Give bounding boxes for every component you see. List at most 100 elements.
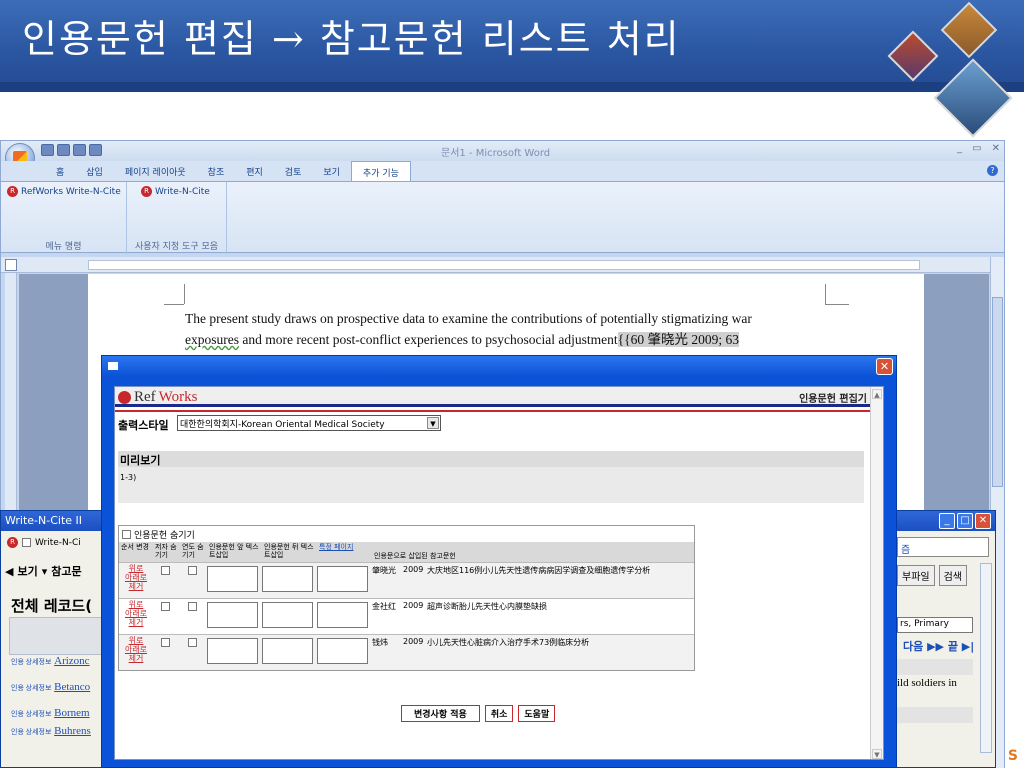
tab-references[interactable]: 참조 — [197, 161, 236, 181]
wnc-title: Write-N-Cite II — [5, 514, 83, 527]
list-item[interactable]: 인용 상세정보 Bornem — [11, 707, 90, 719]
remove-link[interactable]: 제거 — [119, 654, 153, 663]
hide-year-checkbox[interactable] — [188, 602, 197, 611]
maximize-icon[interactable]: □ — [957, 513, 973, 529]
slide-header: 인용문헌 편집 → 참고문헌 리스트 처리 — [0, 0, 1024, 138]
hide-year-checkbox[interactable] — [188, 566, 197, 575]
tab-insert[interactable]: 삽입 — [75, 161, 114, 181]
ref-title-link[interactable]: Buhrens — [54, 725, 91, 737]
cite-link[interactable]: 인용 상세정보 — [11, 728, 51, 736]
close-icon[interactable]: ✕ — [876, 358, 893, 375]
scroll-up-icon[interactable]: ▲ — [872, 389, 882, 399]
col-hide-author: 저자 숨기기 — [155, 543, 177, 559]
tab-selector[interactable] — [5, 259, 17, 271]
scroll-down-icon[interactable]: ▼ — [872, 749, 882, 759]
refworks-logo: Ref Works — [118, 389, 197, 406]
suffix-input[interactable] — [262, 566, 313, 592]
ribbon: R RefWorks Write-N-Cite 메뉴 명령 R Write-N-Ci… — [1, 181, 1004, 254]
ref-title-link[interactable]: Arizonc — [54, 655, 89, 667]
move-down-link[interactable]: 아래로 — [119, 609, 153, 618]
list-stripe — [897, 659, 973, 675]
move-up-link[interactable]: 위로 — [119, 564, 153, 573]
close-icon[interactable]: ✕ — [975, 513, 991, 529]
list-item[interactable]: 인용 상세정보 Buhrens — [11, 725, 91, 737]
minimize-icon[interactable]: _ — [939, 513, 955, 529]
preview-icon[interactable] — [89, 144, 102, 156]
remove-link[interactable]: 제거 — [119, 582, 153, 591]
cite-link[interactable]: 인용 상세정보 — [11, 684, 51, 692]
document-text[interactable]: The present study draws on prospective d… — [185, 308, 835, 350]
write-n-cite-button[interactable]: R Write-N-Cite — [141, 186, 210, 197]
attachment-button[interactable]: 부파일 — [897, 565, 935, 586]
tab-view[interactable]: 보기 — [312, 161, 351, 181]
restore-icon[interactable]: ▭ — [972, 143, 981, 154]
wnc-checkbox[interactable] — [22, 538, 31, 547]
ref-author: 金社红 — [372, 602, 396, 611]
pages-input[interactable] — [317, 566, 368, 592]
minimize-icon[interactable]: _ — [957, 143, 962, 154]
col-pages[interactable]: 특정 페이지 — [317, 542, 372, 562]
search-button[interactable]: 검색 — [938, 565, 968, 586]
print-icon[interactable] — [73, 144, 86, 156]
ref-title-link[interactable]: Bornem — [54, 707, 89, 719]
hide-citation-row[interactable]: 인용문헌 숨기기 — [119, 526, 694, 542]
pagination-nav[interactable]: 다음 ▶▶ 끝 ▶| — [903, 638, 974, 654]
output-style-select[interactable]: 대한한의학회지-Korean Oriental Medical Society … — [177, 415, 441, 431]
references-menu[interactable]: 참고문 — [51, 563, 81, 579]
chevron-down-icon[interactable]: ▼ — [427, 417, 439, 429]
chevron-down-icon[interactable]: ▾ — [42, 565, 48, 578]
prefix-input[interactable] — [207, 638, 258, 664]
refworks-wnc-button[interactable]: R RefWorks Write-N-Cite — [7, 186, 121, 197]
remove-link[interactable]: 제거 — [119, 618, 153, 627]
dialog-actions: 변경사항 적용 취소 도움말 — [401, 705, 556, 722]
hide-year-checkbox[interactable] — [188, 638, 197, 647]
dialog-scrollbar[interactable]: ▲ ▼ — [870, 387, 883, 759]
tab-home[interactable]: 홈 — [45, 161, 75, 181]
ref-author: 钱炜 — [372, 638, 388, 647]
cancel-button[interactable]: 취소 — [484, 705, 514, 722]
tab-review[interactable]: 검토 — [274, 161, 313, 181]
help-icon[interactable]: ? — [987, 165, 998, 176]
back-icon[interactable]: ◀ — [5, 565, 13, 578]
cite-link[interactable]: 인용 상세정보 — [11, 658, 51, 666]
wnc-scrollbar[interactable] — [980, 563, 992, 753]
scroll-thumb[interactable] — [992, 297, 1003, 487]
move-up-link[interactable]: 위로 — [119, 636, 153, 645]
ref-title-link[interactable]: Betanco — [54, 681, 90, 693]
apply-changes-button[interactable]: 변경사항 적용 — [401, 705, 480, 722]
records-heading: 전체 레코드( — [11, 597, 93, 615]
close-icon[interactable]: ✕ — [992, 143, 1000, 154]
tab-add-ins[interactable]: 추가 기능 — [350, 161, 411, 181]
save-icon[interactable] — [41, 144, 54, 156]
list-item[interactable]: 인용 상세정보 Betanco — [11, 681, 90, 693]
search-input[interactable]: 즘 — [897, 537, 989, 557]
sort-select[interactable]: rs, Primary — [897, 617, 973, 633]
suffix-input[interactable] — [262, 638, 313, 664]
list-item[interactable]: 인용 상세정보 Arizonc — [11, 655, 90, 667]
help-button[interactable]: 도움말 — [518, 705, 556, 722]
refworks-header: Ref Works 인용문헌 편집기 — [115, 387, 871, 407]
suffix-input[interactable] — [262, 602, 313, 628]
hide-author-checkbox[interactable] — [161, 566, 170, 575]
pages-input[interactable] — [317, 602, 368, 628]
prefix-input[interactable] — [207, 602, 258, 628]
cite-link[interactable]: 인용 상세정보 — [11, 710, 51, 718]
hide-author-checkbox[interactable] — [161, 602, 170, 611]
new-doc-icon[interactable] — [57, 144, 70, 156]
hide-author-checkbox[interactable] — [161, 638, 170, 647]
logo-works: Works — [158, 389, 198, 405]
citation-field[interactable]: {{60 肇晓光 2009; 63 — [617, 332, 739, 347]
move-down-link[interactable]: 아래로 — [119, 573, 153, 582]
tab-page-layout[interactable]: 페이지 레이아웃 — [114, 161, 197, 181]
wnc-toolbar: R Write-N-Ci — [7, 537, 81, 548]
ruler-scale[interactable] — [88, 260, 920, 270]
prefix-input[interactable] — [207, 566, 258, 592]
editor-title: 인용문헌 편집기 — [799, 394, 867, 405]
tab-mailings[interactable]: 편지 — [235, 161, 274, 181]
move-down-link[interactable]: 아래로 — [119, 645, 153, 654]
view-menu[interactable]: 보기 — [17, 563, 37, 579]
move-up-link[interactable]: 위로 — [119, 600, 153, 609]
ref-author: 肇晓光 — [372, 566, 396, 575]
hide-citation-checkbox[interactable] — [122, 529, 131, 539]
pages-input[interactable] — [317, 638, 368, 664]
